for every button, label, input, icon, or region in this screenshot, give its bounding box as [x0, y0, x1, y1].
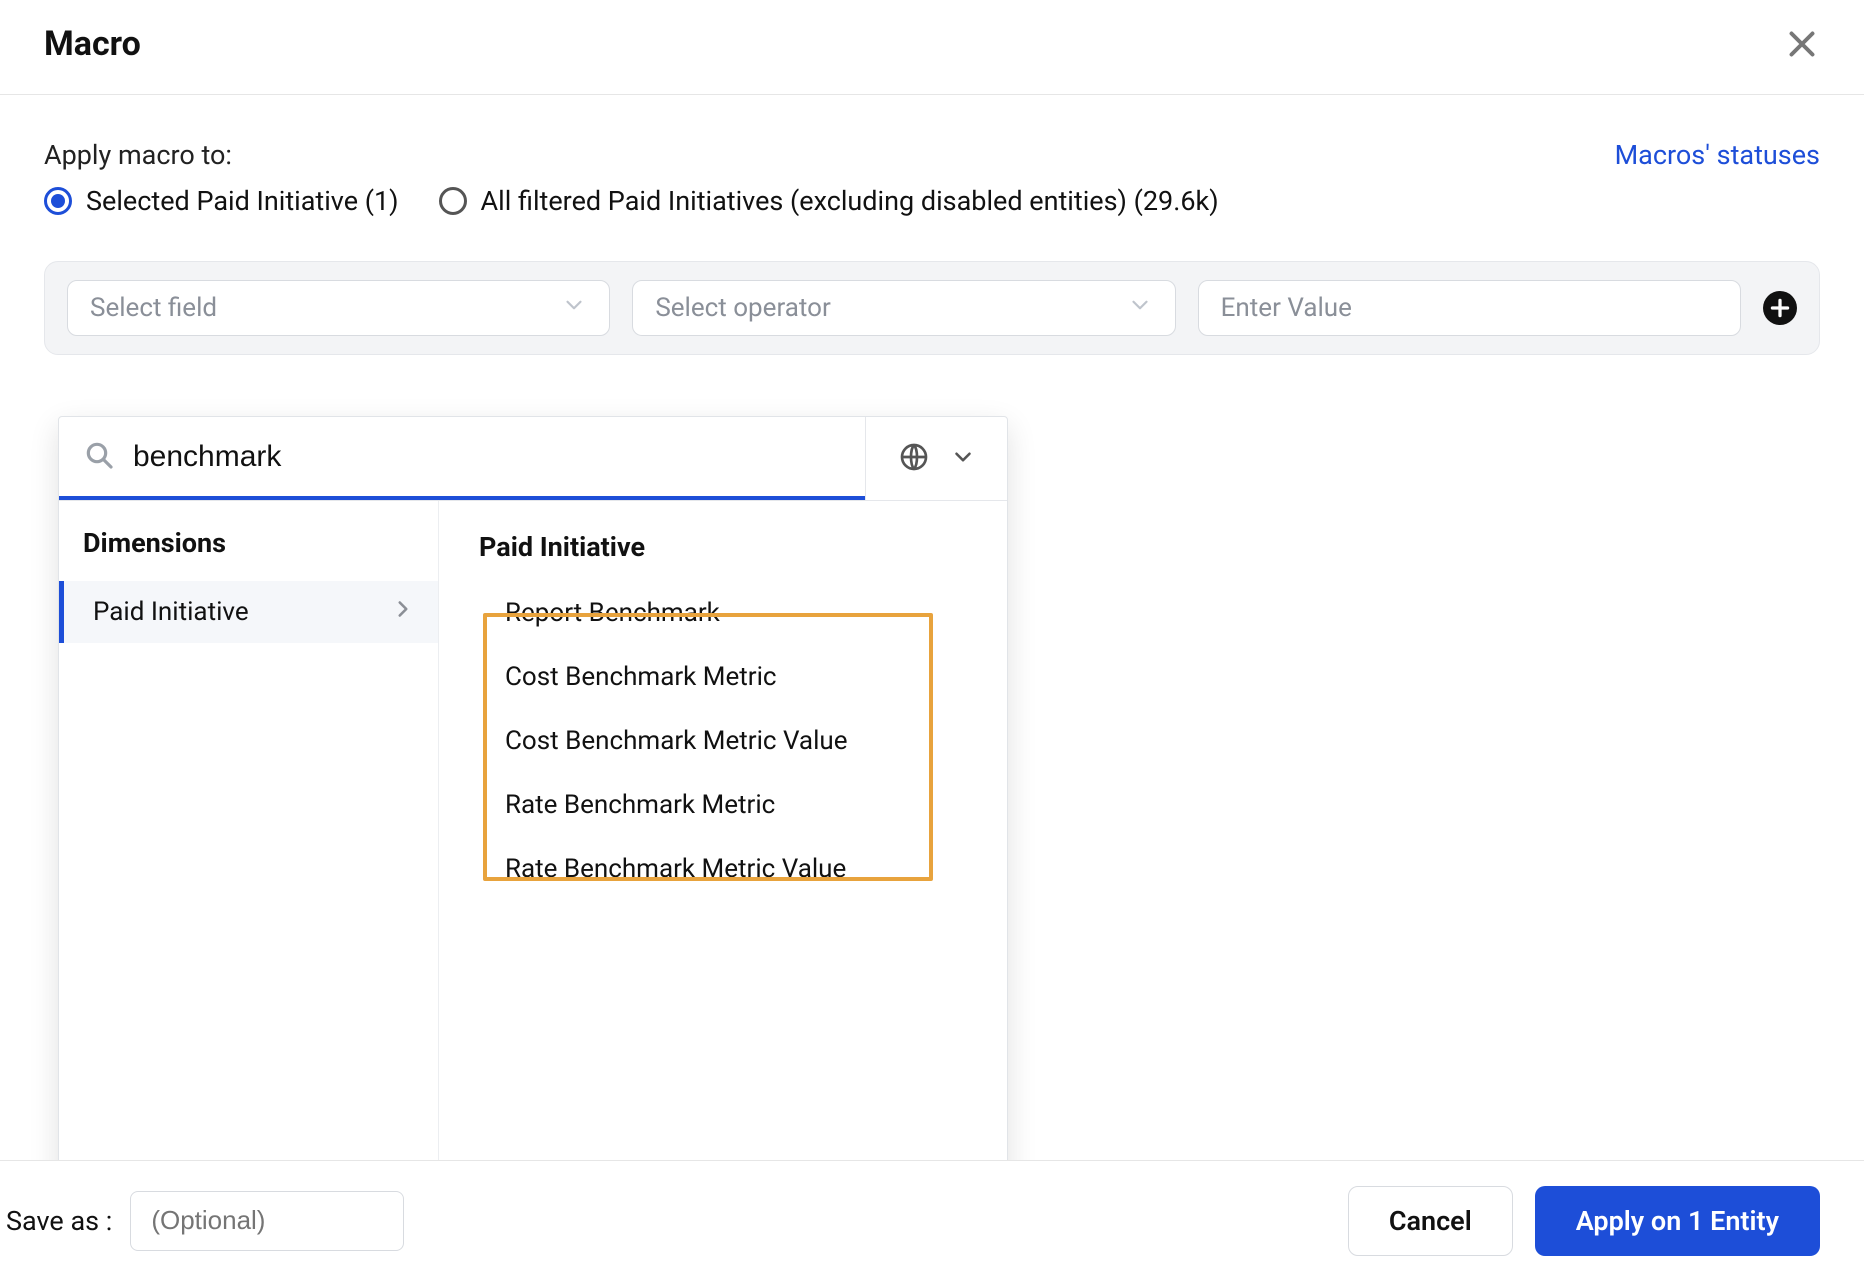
search-icon — [83, 439, 115, 475]
option-label: Cost Benchmark Metric Value — [505, 726, 848, 756]
option-report-benchmark[interactable]: Report Benchmark — [439, 581, 1007, 645]
option-label: Rate Benchmark Metric Value — [505, 854, 846, 884]
select-field-placeholder: Select field — [90, 293, 217, 323]
value-placeholder: Enter Value — [1221, 293, 1352, 323]
radio-icon — [439, 187, 467, 215]
radio-all-filtered[interactable]: All filtered Paid Initiatives (excluding… — [439, 185, 1219, 217]
option-rate-benchmark-metric[interactable]: Rate Benchmark Metric — [439, 773, 1007, 837]
select-field-dropdown[interactable]: Select field — [67, 280, 610, 336]
radio-label: All filtered Paid Initiatives (excluding… — [481, 185, 1219, 217]
cancel-button[interactable]: Cancel — [1348, 1186, 1513, 1256]
dropdown-options-col: Paid Initiative Report Benchmark Cost Be… — [439, 501, 1007, 1225]
category-paid-initiative[interactable]: Paid Initiative — [59, 581, 438, 643]
select-operator-placeholder: Select operator — [655, 293, 830, 323]
radio-icon — [44, 187, 72, 215]
macros-statuses-link[interactable]: Macros' statuses — [1615, 139, 1820, 171]
apply-radio-group: Selected Paid Initiative (1) All filtere… — [44, 185, 1820, 217]
save-as-wrap: Save as : — [6, 1191, 404, 1251]
footer-buttons: Cancel Apply on 1 Entity — [1348, 1186, 1820, 1256]
add-filter-button[interactable] — [1763, 291, 1797, 325]
modal-header: Macro — [0, 0, 1864, 95]
category-label: Paid Initiative — [93, 597, 249, 627]
chevron-down-icon — [561, 292, 587, 325]
option-rate-benchmark-metric-value[interactable]: Rate Benchmark Metric Value — [439, 837, 1007, 901]
value-input[interactable]: Enter Value — [1198, 280, 1741, 336]
close-button[interactable] — [1784, 26, 1820, 62]
dimensions-heading: Dimensions — [59, 527, 438, 581]
macro-modal: Macro Apply macro to: Macros' statuses S… — [0, 0, 1864, 1280]
dropdown-search-input[interactable] — [133, 440, 841, 474]
globe-icon — [898, 441, 930, 477]
dropdown-search-row — [59, 417, 1007, 501]
dropdown-categories-col: Dimensions Paid Initiative — [59, 501, 439, 1225]
radio-selected-initiative[interactable]: Selected Paid Initiative (1) — [44, 185, 399, 217]
apply-row: Apply macro to: Macros' statuses — [44, 139, 1820, 171]
save-as-label: Save as : — [6, 1205, 112, 1237]
chevron-down-icon — [950, 444, 976, 474]
modal-body: Apply macro to: Macros' statuses Selecte… — [0, 95, 1864, 355]
option-cost-benchmark-metric[interactable]: Cost Benchmark Metric — [439, 645, 1007, 709]
modal-footer: Save as : Cancel Apply on 1 Entity — [0, 1160, 1864, 1280]
select-operator-dropdown[interactable]: Select operator — [632, 280, 1175, 336]
radio-label: Selected Paid Initiative (1) — [86, 185, 399, 217]
option-label: Rate Benchmark Metric — [505, 790, 775, 820]
chevron-down-icon — [1127, 292, 1153, 325]
apply-to-label: Apply macro to: — [44, 139, 232, 171]
dropdown-scope-toggle[interactable] — [865, 417, 1007, 500]
option-label: Report Benchmark — [505, 598, 720, 628]
apply-button[interactable]: Apply on 1 Entity — [1535, 1186, 1820, 1256]
field-dropdown-panel: Dimensions Paid Initiative Paid Initiati… — [58, 416, 1008, 1226]
dropdown-search-wrap — [59, 417, 865, 500]
close-icon — [1784, 26, 1820, 62]
dropdown-body: Dimensions Paid Initiative Paid Initiati… — [59, 501, 1007, 1225]
filter-bar: Select field Select operator Enter Value — [44, 261, 1820, 355]
save-as-input[interactable] — [130, 1191, 404, 1251]
modal-title: Macro — [44, 24, 141, 64]
chevron-right-icon — [390, 596, 416, 629]
options-group-title: Paid Initiative — [439, 531, 1007, 581]
option-cost-benchmark-metric-value[interactable]: Cost Benchmark Metric Value — [439, 709, 1007, 773]
option-label: Cost Benchmark Metric — [505, 662, 777, 692]
plus-icon — [1767, 295, 1793, 321]
